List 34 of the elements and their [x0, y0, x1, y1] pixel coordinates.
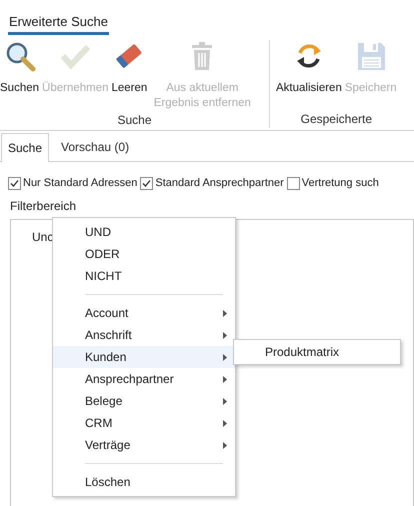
ribbon-button[interactable]: Leeren [112, 40, 148, 96]
menu-item[interactable]: Ansprechpartner [53, 368, 235, 390]
menu-item[interactable]: Account [53, 302, 235, 324]
checkbox[interactable] [286, 176, 300, 190]
submenu-arrow-icon [223, 398, 227, 404]
menu-item[interactable]: CRM [53, 412, 235, 434]
group-label: Gespeicherte [300, 111, 372, 128]
ribbon-tab[interactable]: Erweiterte Suche [8, 12, 109, 35]
menu-item[interactable]: Verträge [53, 434, 235, 456]
checkbox[interactable] [140, 176, 154, 190]
ribbon-button[interactable]: Suchen [0, 40, 40, 96]
submenu-arrow-icon [223, 376, 227, 382]
menu-item[interactable]: Belege [53, 390, 235, 412]
menu-item[interactable]: Produktmatrix [234, 340, 400, 364]
checkbox-label[interactable]: Standard Ansprechpartner [155, 174, 284, 192]
submenu-arrow-icon [223, 332, 227, 338]
menu-item[interactable]: NICHT [53, 265, 235, 287]
menu-item[interactable]: Anschrift [53, 324, 235, 346]
menu-item[interactable]: UND [53, 221, 235, 243]
menu-item[interactable]: Kunden [53, 346, 235, 368]
tab[interactable]: Vorschau (0) [49, 133, 142, 161]
submenu-arrow-icon [223, 442, 227, 448]
group-label: Suche [117, 112, 152, 129]
menu-item[interactable]: ODER [53, 243, 235, 265]
ribbon-button[interactable]: Aktualisieren [276, 40, 342, 96]
menu-item[interactable]: Löschen [53, 471, 235, 493]
checkbox-label[interactable]: Nur Standard Adressen [23, 174, 138, 192]
submenu-arrow-icon [223, 420, 227, 426]
submenu-arrow-icon [223, 310, 227, 316]
tab[interactable]: Suche [1, 133, 50, 162]
checkbox[interactable] [8, 176, 21, 190]
section-label: Filterbereich [9, 198, 78, 215]
submenu-arrow-icon [223, 354, 227, 360]
checkbox-label[interactable]: Vertretung such [302, 174, 379, 192]
